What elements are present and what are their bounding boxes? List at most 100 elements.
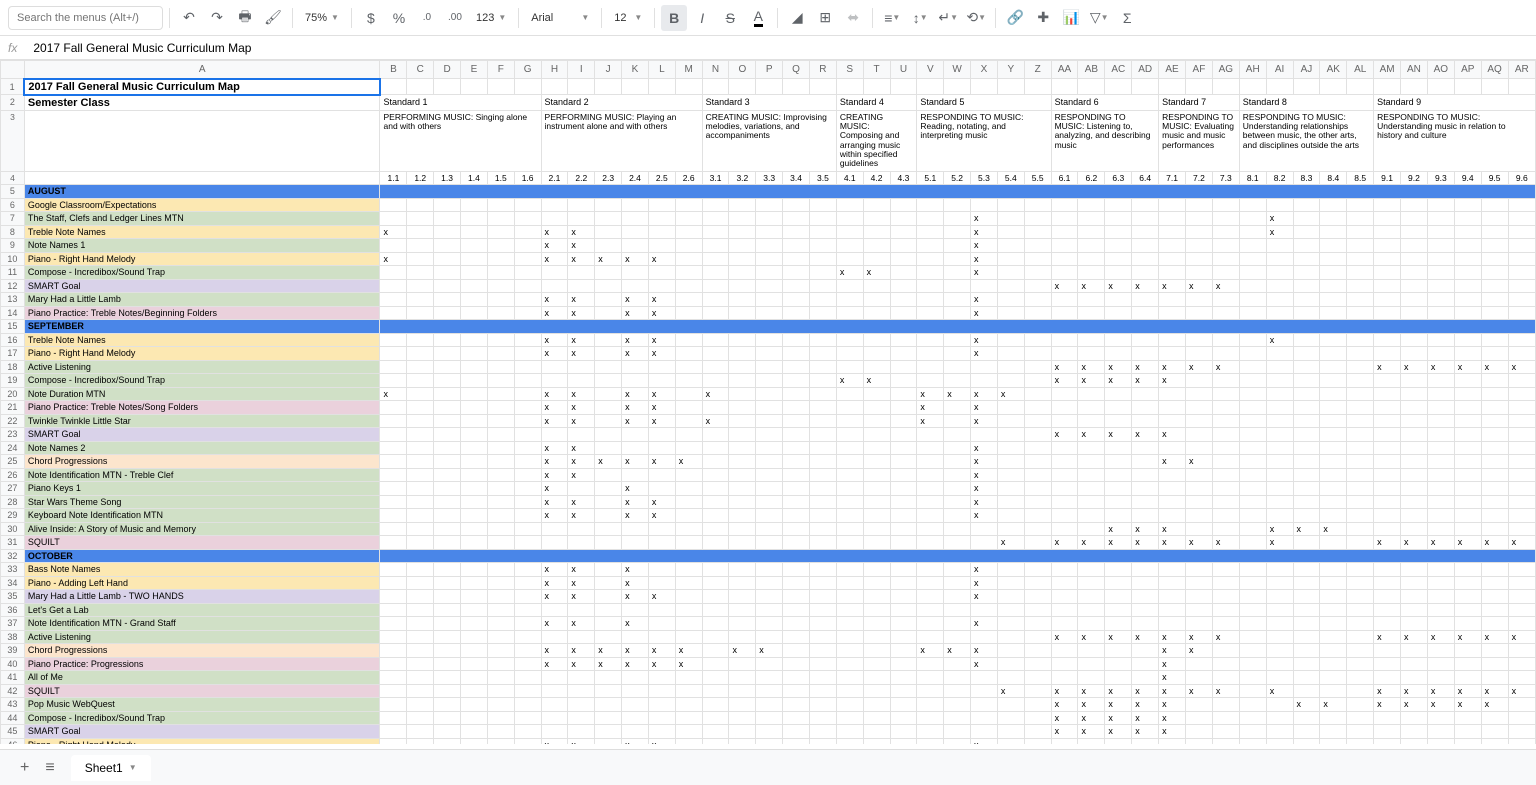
cell[interactable]: x	[622, 387, 649, 401]
cell[interactable]	[1427, 725, 1454, 739]
cell[interactable]	[380, 401, 407, 415]
cell[interactable]	[1159, 212, 1186, 226]
cell[interactable]	[595, 401, 622, 415]
cell[interactable]	[1293, 225, 1320, 239]
col-header[interactable]: A	[24, 61, 380, 79]
cell[interactable]	[1239, 225, 1266, 239]
cell[interactable]	[1078, 225, 1105, 239]
cell[interactable]: x	[863, 374, 890, 388]
cell[interactable]	[1132, 482, 1159, 496]
cell[interactable]	[971, 428, 998, 442]
cell[interactable]	[1347, 79, 1374, 95]
cell[interactable]	[514, 590, 541, 604]
cell[interactable]	[1454, 374, 1481, 388]
cell[interactable]: 2.3	[595, 171, 622, 185]
cell[interactable]: 3.5	[809, 171, 836, 185]
cell[interactable]	[783, 495, 810, 509]
cell[interactable]: x	[568, 239, 595, 253]
cell[interactable]	[997, 495, 1024, 509]
cell[interactable]: RESPONDING TO MUSIC: Understanding relat…	[1239, 110, 1373, 171]
cell[interactable]	[1078, 522, 1105, 536]
cell[interactable]: 3.1	[702, 171, 729, 185]
cell[interactable]	[1024, 374, 1051, 388]
cell[interactable]: SMART Goal	[24, 279, 380, 293]
cell[interactable]: x	[595, 455, 622, 469]
cell[interactable]	[997, 468, 1024, 482]
row-header[interactable]: 30	[1, 522, 25, 536]
cell[interactable]	[944, 293, 971, 307]
cell[interactable]	[1078, 252, 1105, 266]
cell[interactable]	[1347, 198, 1374, 212]
cell[interactable]	[1508, 414, 1535, 428]
cell[interactable]: 8.5	[1347, 171, 1374, 185]
cell[interactable]	[756, 590, 783, 604]
cell[interactable]: Standard 5	[917, 95, 1051, 111]
cell[interactable]	[487, 630, 514, 644]
cell[interactable]: 6.2	[1078, 171, 1105, 185]
cell[interactable]	[1454, 522, 1481, 536]
cell[interactable]	[997, 360, 1024, 374]
cell[interactable]	[1427, 644, 1454, 658]
col-header[interactable]: X	[971, 61, 998, 79]
cell[interactable]	[1159, 401, 1186, 415]
cell[interactable]	[1374, 738, 1401, 744]
col-header[interactable]: AF	[1186, 61, 1213, 79]
cell[interactable]: Compose - Incredibox/Sound Trap	[24, 374, 380, 388]
cell[interactable]	[1159, 482, 1186, 496]
cell[interactable]	[1320, 428, 1347, 442]
cell[interactable]	[1508, 198, 1535, 212]
cell[interactable]: x	[1078, 360, 1105, 374]
cell[interactable]	[1239, 563, 1266, 577]
cell[interactable]	[1024, 252, 1051, 266]
valign-icon[interactable]: ↕▼	[907, 5, 933, 31]
cell[interactable]	[1132, 347, 1159, 361]
cell[interactable]	[1374, 725, 1401, 739]
cell[interactable]	[1401, 509, 1428, 523]
cell[interactable]	[1132, 509, 1159, 523]
cell[interactable]	[917, 482, 944, 496]
cell[interactable]: x	[971, 266, 998, 280]
cell[interactable]	[1186, 428, 1213, 442]
cell[interactable]: x	[1132, 698, 1159, 712]
cell[interactable]	[917, 630, 944, 644]
cell[interactable]	[971, 79, 998, 95]
cell[interactable]: x	[836, 374, 863, 388]
cell[interactable]	[434, 495, 461, 509]
cell[interactable]	[997, 455, 1024, 469]
cell[interactable]: x	[568, 617, 595, 631]
cell[interactable]	[595, 495, 622, 509]
cell[interactable]	[997, 414, 1024, 428]
cell[interactable]	[809, 576, 836, 590]
cell[interactable]	[461, 401, 488, 415]
cell[interactable]	[1293, 441, 1320, 455]
cell[interactable]	[890, 360, 917, 374]
cell[interactable]	[514, 617, 541, 631]
cell[interactable]	[756, 225, 783, 239]
cell[interactable]	[675, 212, 702, 226]
cell[interactable]	[541, 279, 568, 293]
cell[interactable]	[1078, 671, 1105, 685]
cell[interactable]	[1132, 306, 1159, 320]
cell[interactable]	[1454, 293, 1481, 307]
cell[interactable]	[1293, 617, 1320, 631]
cell[interactable]	[1024, 428, 1051, 442]
cell[interactable]	[702, 617, 729, 631]
cell[interactable]	[1320, 360, 1347, 374]
cell[interactable]	[1293, 482, 1320, 496]
cell[interactable]	[863, 212, 890, 226]
cell[interactable]	[1481, 252, 1508, 266]
cell[interactable]: x	[944, 644, 971, 658]
cell[interactable]: x	[622, 617, 649, 631]
cell[interactable]: 2.5	[648, 171, 675, 185]
cell[interactable]	[1186, 401, 1213, 415]
row-header[interactable]: 39	[1, 644, 25, 658]
cell[interactable]: 1.6	[514, 171, 541, 185]
cell[interactable]	[1374, 306, 1401, 320]
cell[interactable]	[407, 414, 434, 428]
cell[interactable]	[622, 239, 649, 253]
cell[interactable]	[568, 684, 595, 698]
cell[interactable]	[595, 347, 622, 361]
cell[interactable]	[541, 711, 568, 725]
cell[interactable]	[729, 590, 756, 604]
cell[interactable]	[809, 428, 836, 442]
